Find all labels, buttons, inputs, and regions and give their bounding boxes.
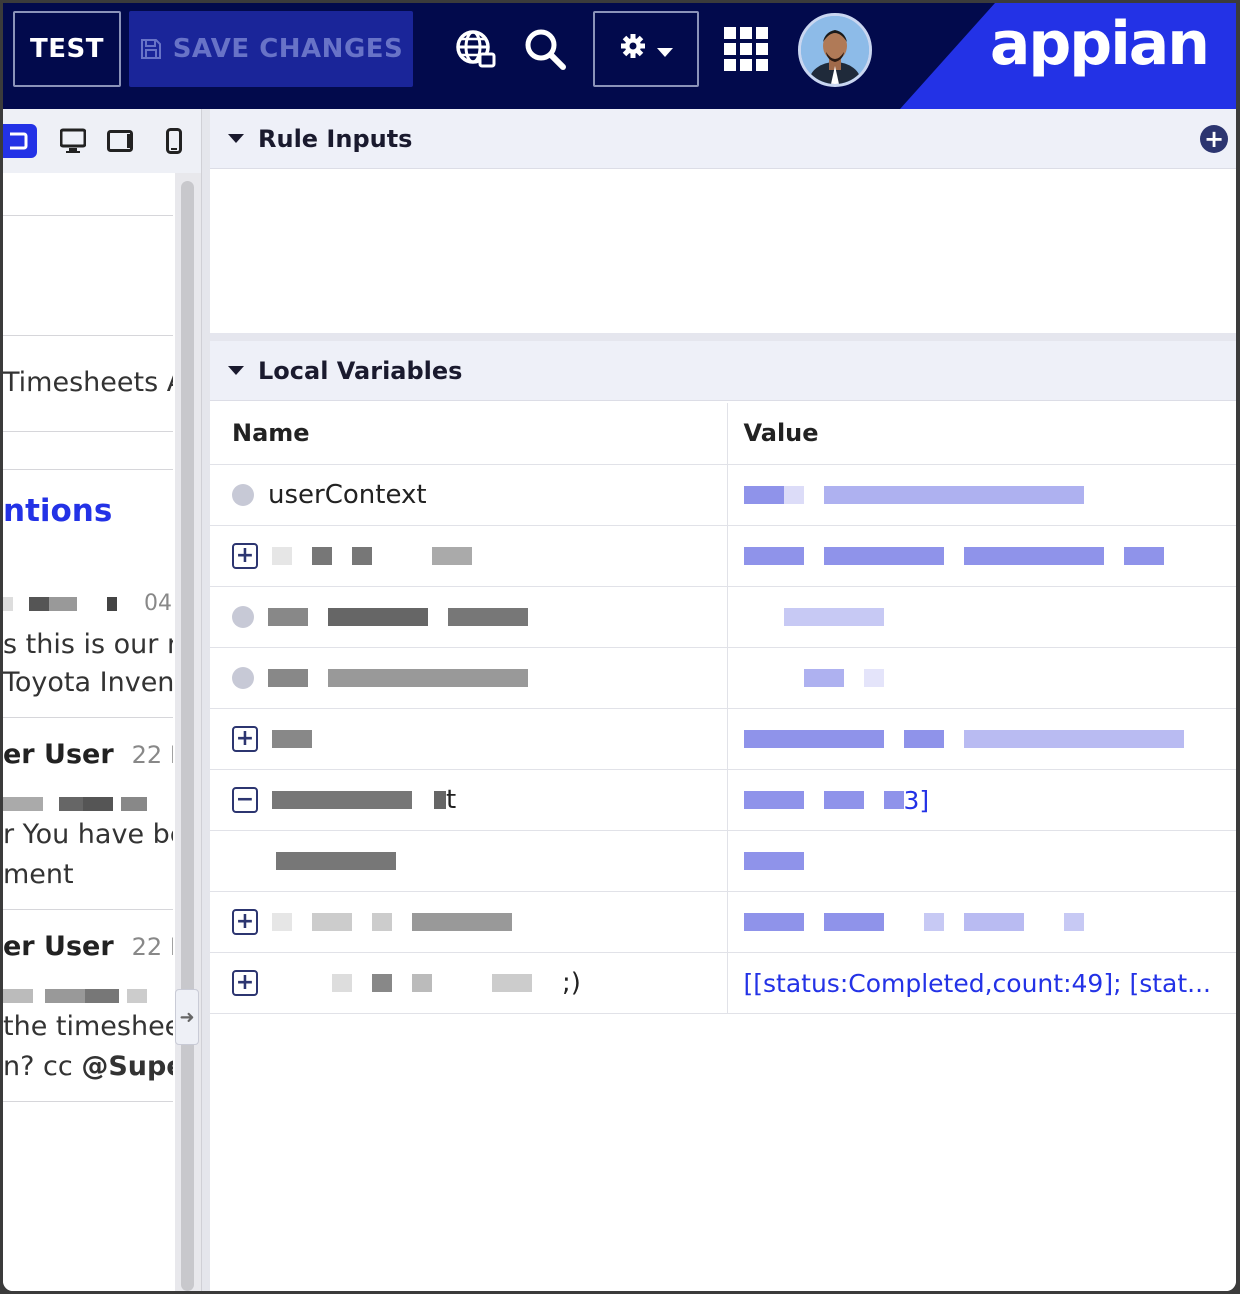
device-toolbar	[3, 109, 201, 173]
comment-text: Toyota Invent	[3, 667, 173, 698]
table-row[interactable]	[210, 830, 1236, 892]
save-changes-label: SAVE CHANGES	[172, 34, 404, 64]
table-row[interactable]: +	[210, 891, 1236, 953]
expand-plus-icon[interactable]: +	[232, 970, 258, 996]
divider	[3, 335, 173, 336]
variable-name: t	[446, 784, 457, 815]
divider	[3, 1101, 173, 1102]
expand-plus-icon[interactable]: +	[232, 726, 258, 752]
top-header: TEST SAVE CHANGES appian	[3, 3, 1236, 109]
comment-meta: 04	[3, 591, 173, 616]
comment-text: s this is our n	[3, 629, 173, 660]
expand-plus-icon[interactable]: +	[232, 543, 258, 569]
comment-header: er User 22 D	[3, 931, 173, 962]
caret-down-icon	[228, 134, 244, 143]
table-row[interactable]: +	[210, 525, 1236, 587]
save-icon	[139, 37, 163, 61]
chevron-down-icon	[657, 34, 673, 65]
globe-icon[interactable]	[449, 11, 501, 87]
local-variables-header[interactable]: Local Variables	[210, 341, 1236, 401]
comment-text: r You have be	[3, 819, 173, 850]
collapse-minus-icon[interactable]: −	[232, 787, 258, 813]
comment-text: n? cc @Super	[3, 1051, 173, 1082]
tablet-landscape-view-icon[interactable]	[3, 124, 37, 158]
table-header-row: Name Value	[210, 403, 1236, 465]
rule-inputs-header[interactable]: Rule Inputs +	[210, 109, 1236, 169]
local-variables-title: Local Variables	[258, 356, 463, 385]
caret-down-icon	[228, 366, 244, 375]
comment-time: 22 D	[131, 933, 173, 961]
comment-text-prefix: n? cc	[3, 1051, 82, 1082]
variable-name: userContext	[268, 479, 427, 510]
expand-plus-icon[interactable]: +	[232, 909, 258, 935]
variable-value	[726, 708, 1236, 770]
settings-menu-button[interactable]	[593, 11, 699, 87]
leaf-dot-icon	[232, 484, 254, 506]
variable-name: ;)	[562, 967, 581, 998]
table-row[interactable]: − t 3]	[210, 769, 1236, 831]
desktop-view-icon[interactable]	[53, 109, 93, 173]
leaf-dot-icon	[232, 667, 254, 689]
table-row[interactable]: +;) [[status:Completed,count:49]; [stat.…	[210, 952, 1236, 1014]
comment-meta	[3, 979, 173, 1010]
screen-frame: TEST SAVE CHANGES appian Timesheets A nt…	[0, 0, 1240, 1294]
variable-value-text: 3]	[903, 785, 930, 815]
divider	[3, 717, 173, 718]
test-button[interactable]: TEST	[13, 11, 121, 87]
variable-value: 3]	[726, 769, 1236, 831]
add-circle-icon[interactable]: +	[1200, 124, 1228, 153]
table-row[interactable]	[210, 586, 1236, 648]
leaf-dot-icon	[232, 606, 254, 628]
divider	[3, 431, 173, 432]
variables-panel: Rule Inputs + Local Variables Name Value…	[210, 109, 1236, 1291]
phone-view-icon[interactable]	[147, 109, 201, 173]
scrollbar-thumb[interactable]	[181, 181, 194, 1291]
app-window: TEST SAVE CHANGES appian Timesheets A nt…	[3, 3, 1236, 1291]
variable-value	[726, 891, 1236, 953]
user-avatar[interactable]	[798, 13, 872, 87]
table-row[interactable]: userContext	[210, 464, 1236, 526]
expand-panel-arrow-icon[interactable]: ➜	[175, 989, 199, 1045]
section-heading[interactable]: ntions	[3, 493, 173, 529]
gear-icon	[619, 32, 647, 67]
comment-header: er User 22 D	[3, 739, 173, 770]
comment-author[interactable]: er User	[3, 931, 114, 962]
rule-inputs-title: Rule Inputs	[258, 124, 413, 153]
variable-value	[726, 830, 1236, 892]
tablet-view-icon[interactable]	[93, 109, 147, 173]
mention-link[interactable]: @Super	[81, 1051, 173, 1082]
panel-divider[interactable]	[201, 109, 210, 1291]
local-variables-table: Name Value userContext + + − t 3] + + ;)…	[210, 403, 1236, 1014]
comment-time: 04	[144, 591, 172, 616]
comment-author[interactable]: er User	[3, 739, 114, 770]
divider	[3, 469, 173, 470]
divider	[3, 909, 173, 910]
save-changes-button[interactable]: SAVE CHANGES	[129, 11, 413, 87]
app-grid-icon[interactable]	[719, 11, 775, 87]
variable-value	[726, 586, 1236, 648]
variable-value: [[status:Completed,count:49]; [stat...	[726, 952, 1236, 1014]
comment-text: ment	[3, 859, 74, 890]
comment-meta	[3, 787, 173, 818]
left-preview-panel: Timesheets A ntions 04 s this is our n T…	[3, 109, 201, 1291]
column-header-name: Name	[210, 403, 727, 465]
column-header-value: Value	[726, 403, 1236, 465]
divider	[3, 215, 173, 216]
table-row[interactable]: +	[210, 708, 1236, 770]
variable-value-text[interactable]: [[status:Completed,count:49]; [stat...	[744, 969, 1211, 998]
variable-value	[726, 464, 1236, 526]
section-separator	[210, 333, 1236, 341]
table-row[interactable]	[210, 647, 1236, 709]
variable-value	[726, 525, 1236, 587]
list-item-text: Timesheets A	[3, 367, 173, 398]
comment-time: 22 D	[131, 741, 173, 769]
brand-banner: appian	[900, 3, 1236, 109]
search-icon[interactable]	[515, 11, 575, 87]
comment-text: the timeshee	[3, 1011, 173, 1042]
appian-logo: appian	[989, 9, 1210, 79]
variable-value	[726, 647, 1236, 709]
